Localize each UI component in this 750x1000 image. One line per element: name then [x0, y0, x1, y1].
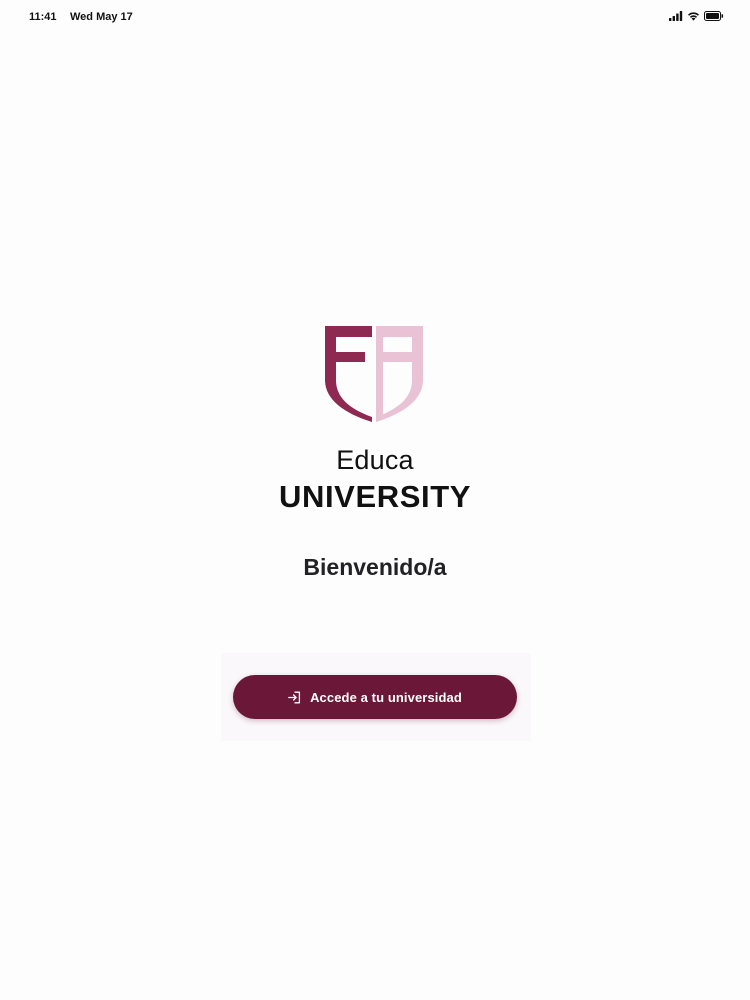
signal-icon	[669, 11, 683, 21]
welcome-heading: Bienvenido/a	[303, 554, 447, 580]
brand-name-line2: UNIVERSITY	[278, 479, 472, 514]
battery-icon	[704, 11, 724, 21]
wifi-icon	[687, 11, 700, 21]
shield-logo-icon	[325, 326, 423, 422]
brand-name-line1: Educa	[336, 445, 414, 475]
access-university-button[interactable]: Accede a tu universidad	[233, 675, 517, 719]
status-bar: 11:41 Wed May 17	[0, 0, 750, 34]
status-date: Wed May 17	[70, 11, 133, 23]
status-time: 11:41	[29, 11, 57, 23]
access-university-label: Accede a tu universidad	[310, 689, 462, 705]
status-icons	[669, 11, 724, 21]
login-icon	[288, 691, 301, 704]
